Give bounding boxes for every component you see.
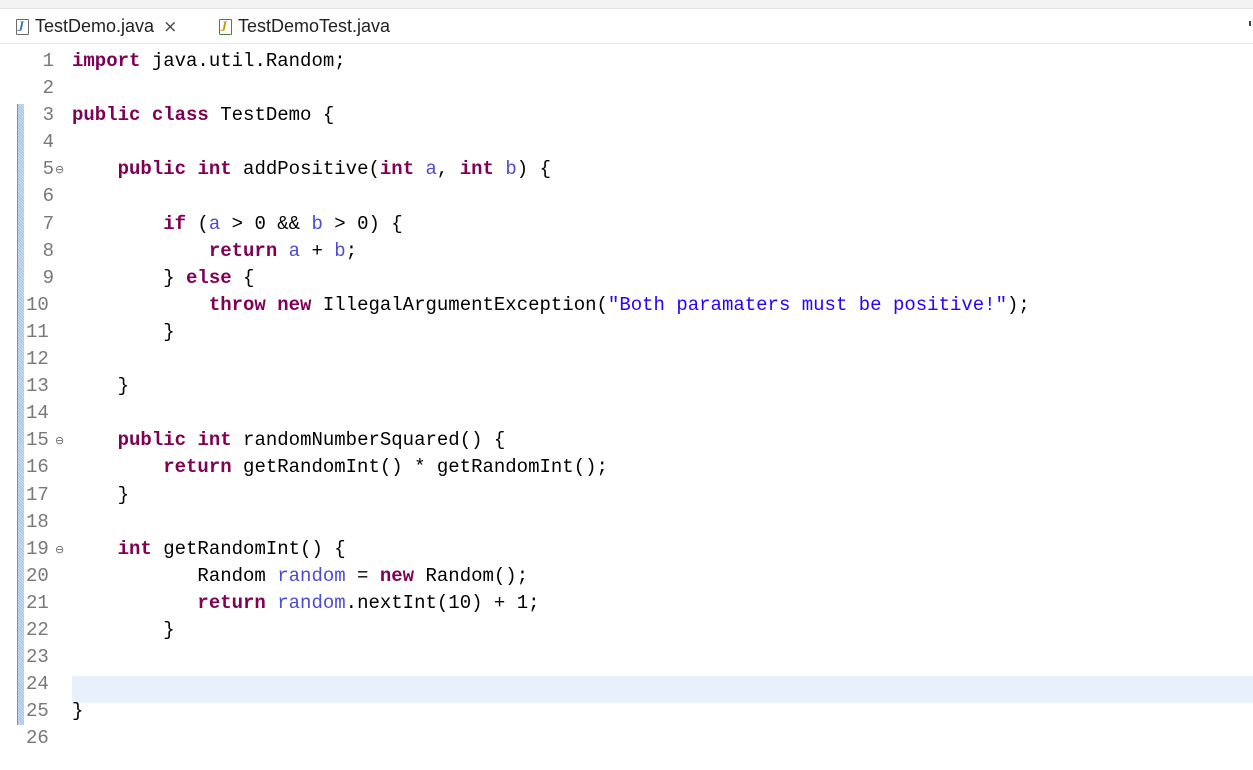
line-number: 17 <box>26 483 49 506</box>
code-line[interactable]: 24 <box>0 671 1253 698</box>
line-number: 19 <box>26 537 49 560</box>
line-number: 5 <box>42 158 54 181</box>
code-line[interactable]: 10 throw new IllegalArgumentException("B… <box>0 292 1253 319</box>
line-number: 9 <box>42 266 54 289</box>
line-number: 13 <box>26 375 49 398</box>
code-text: } <box>72 320 175 343</box>
code-text: public int addPositive(int a, int b) { <box>117 158 551 181</box>
editor-tab-bar: J TestDemo.java × J TestDemoTest.java <box>0 8 1253 44</box>
line-number: 12 <box>26 348 49 371</box>
code-line[interactable]: 11 } <box>0 319 1253 346</box>
code-text: throw new IllegalArgumentException("Both… <box>208 293 1030 316</box>
code-line[interactable]: 6 <box>0 183 1253 210</box>
code-line[interactable]: 21 return random.nextInt(10) + 1; <box>0 590 1253 617</box>
fold-collapse-icon[interactable]: ⊖ <box>55 435 64 446</box>
code-line[interactable]: 20 Random random = new Random(); <box>0 563 1253 590</box>
tab-overflow-marker <box>1249 21 1251 26</box>
code-text: public class TestDemo { <box>72 104 335 127</box>
code-text: } <box>72 618 175 641</box>
code-text: } <box>72 700 84 723</box>
line-number: 26 <box>26 727 49 750</box>
code-line[interactable]: 23 <box>0 644 1253 671</box>
code-line[interactable]: 9 } else { <box>0 265 1253 292</box>
code-lines[interactable]: 1 import java.util.Random; 2 3 public class … <box>0 48 1253 752</box>
code-text: } else { <box>72 266 255 289</box>
line-number: 15 <box>26 429 49 452</box>
code-text: } <box>72 375 130 398</box>
line-number: 24 <box>26 673 49 696</box>
code-line[interactable]: 18 <box>0 509 1253 536</box>
line-number: 25 <box>26 700 49 723</box>
line-number: 16 <box>26 456 49 479</box>
line-number: 18 <box>26 510 49 533</box>
code-line[interactable]: 14 <box>0 400 1253 427</box>
tab-testdemotest-java[interactable]: J TestDemoTest.java <box>219 9 390 44</box>
code-editor[interactable]: 1 import java.util.Random; 2 3 public class … <box>0 45 1253 770</box>
line-number: 21 <box>26 591 49 614</box>
line-number: 14 <box>26 402 49 425</box>
code-text: import java.util.Random; <box>72 50 346 72</box>
line-number: 6 <box>42 185 54 208</box>
tab-label: TestDemoTest.java <box>238 16 391 36</box>
code-line[interactable]: 7 if (a > 0 && b > 0) { <box>0 211 1253 238</box>
line-number: 8 <box>42 239 54 262</box>
code-text: } <box>72 483 130 506</box>
code-line[interactable]: 15 ⊖ public int randomNumberSquared() { <box>0 427 1253 454</box>
fold-collapse-icon[interactable]: ⊖ <box>55 164 64 175</box>
java-file-icon: J <box>16 18 29 35</box>
line-number: 1 <box>42 50 54 72</box>
code-text: return getRandomInt() * getRandomInt(); <box>163 456 608 479</box>
fold-collapse-icon[interactable]: ⊖ <box>55 544 64 555</box>
tab-label: TestDemo.java <box>35 16 155 36</box>
line-number: 2 <box>42 77 54 100</box>
code-line[interactable]: 1 import java.util.Random; <box>0 48 1253 75</box>
code-line[interactable]: 22 } <box>0 617 1253 644</box>
code-text: return a + b; <box>208 239 358 262</box>
line-number: 4 <box>42 131 54 154</box>
code-line[interactable]: 3 public class TestDemo { <box>0 102 1253 129</box>
code-text: Random random = new Random(); <box>72 564 529 587</box>
line-number: 11 <box>26 320 49 343</box>
line-number: 22 <box>26 618 49 641</box>
code-line[interactable]: 13 } <box>0 373 1253 400</box>
tab-testdemo-java[interactable]: J TestDemo.java × <box>16 9 177 44</box>
code-line[interactable]: 26 <box>0 725 1253 752</box>
line-number: 20 <box>26 564 49 587</box>
code-line[interactable]: 5 ⊖ public int addPositive(int a, int b) … <box>0 156 1253 183</box>
code-line[interactable]: 17 } <box>0 482 1253 509</box>
code-line[interactable]: 8 return a + b; <box>0 238 1253 265</box>
window-top-strip <box>0 0 1253 8</box>
close-icon[interactable]: × <box>163 17 177 37</box>
code-line[interactable]: 4 <box>0 129 1253 156</box>
code-line[interactable]: 19 ⊖ int getRandomInt() { <box>0 536 1253 563</box>
code-line[interactable]: 16 return getRandomInt() * getRandomInt(… <box>0 454 1253 481</box>
code-text: public int randomNumberSquared() { <box>117 429 506 452</box>
code-text: if (a > 0 && b > 0) { <box>163 212 403 235</box>
code-text: int getRandomInt() { <box>117 537 346 560</box>
code-line[interactable]: 12 <box>0 346 1253 373</box>
java-test-file-icon: J <box>219 18 232 35</box>
line-number: 7 <box>42 212 54 235</box>
code-line[interactable]: 25} <box>0 698 1253 725</box>
line-number: 23 <box>26 646 49 669</box>
line-number: 3 <box>42 104 54 127</box>
line-number: 10 <box>26 293 49 316</box>
code-text: return random.nextInt(10) + 1; <box>197 591 540 614</box>
code-line[interactable]: 2 <box>0 75 1253 102</box>
